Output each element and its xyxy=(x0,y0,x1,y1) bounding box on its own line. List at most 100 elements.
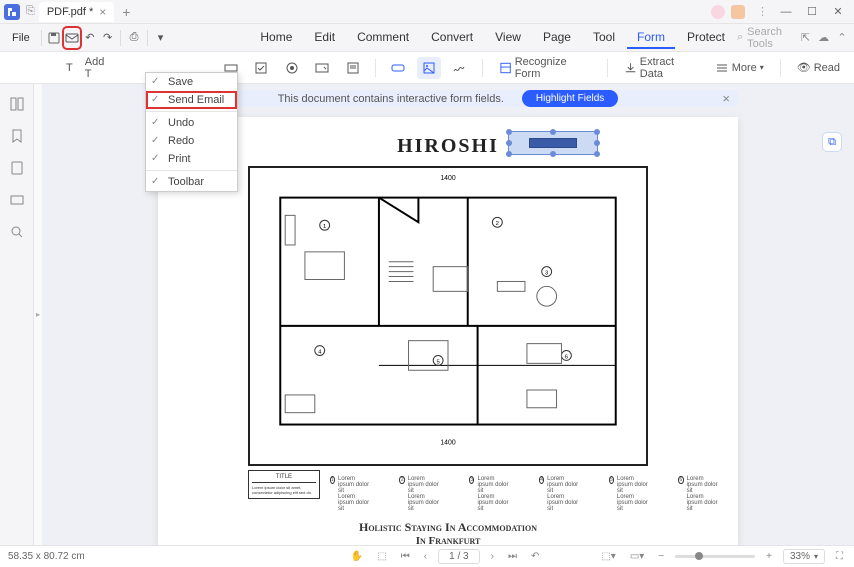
cloud-icon[interactable]: ☁ xyxy=(818,30,830,46)
close-window-button[interactable]: ✕ xyxy=(826,4,850,20)
history-back-icon[interactable]: ↶ xyxy=(528,551,542,562)
zoom-level[interactable]: 33%▾ xyxy=(783,549,825,564)
notification-badge-pink-icon[interactable] xyxy=(711,5,725,19)
zoom-out-icon[interactable]: − xyxy=(655,551,667,562)
add-tab-button[interactable]: + xyxy=(122,4,130,20)
minimize-button[interactable]: — xyxy=(774,4,798,20)
resize-handle-icon[interactable] xyxy=(506,129,512,135)
file-menu[interactable]: File xyxy=(6,30,36,46)
form-image-icon[interactable] xyxy=(417,57,442,79)
email-button[interactable] xyxy=(64,28,80,48)
thumbnails-panel-icon[interactable] xyxy=(7,94,27,114)
add-text-label: Add T xyxy=(85,56,113,80)
redo-button[interactable]: ↷ xyxy=(100,28,116,48)
select-tool-icon[interactable]: ⬚ xyxy=(374,551,389,562)
highlight-fields-button[interactable]: Highlight Fields xyxy=(522,90,618,107)
sidebar-expander[interactable]: ▸ xyxy=(34,84,42,545)
maximize-button[interactable]: ☐ xyxy=(800,4,824,20)
menu-home[interactable]: Home xyxy=(250,27,302,49)
menu-view[interactable]: View xyxy=(485,27,531,49)
next-page-icon[interactable]: › xyxy=(488,551,497,562)
form-button-icon[interactable] xyxy=(386,57,411,79)
close-notice-icon[interactable]: × xyxy=(722,91,730,106)
copy-link-icon[interactable]: ⧉ xyxy=(822,132,842,152)
app-icon xyxy=(4,4,20,20)
bookmark-panel-icon[interactable] xyxy=(7,126,27,146)
dropdown-item-send-email[interactable]: ✓Send Email xyxy=(146,91,237,109)
more-button[interactable]: More▾ xyxy=(709,57,770,79)
first-page-icon[interactable]: ⏮ xyxy=(398,551,413,562)
floorplan-drawing: 1400 1 2 3 4 5 6 xyxy=(248,166,648,466)
menu-edit[interactable]: Edit xyxy=(304,27,345,49)
menu-protect[interactable]: Protect xyxy=(677,27,735,49)
print-button[interactable]: ⎙ xyxy=(126,28,142,48)
dropdown-item-toolbar[interactable]: ✓Toolbar xyxy=(146,173,237,191)
doc-icon: ⎘ xyxy=(26,5,35,18)
view-mode-icon[interactable]: ▭▾ xyxy=(627,551,647,562)
menu-convert[interactable]: Convert xyxy=(421,27,483,49)
close-tab-icon[interactable]: × xyxy=(99,5,106,19)
search-panel-icon[interactable] xyxy=(7,222,27,242)
form-combobox-icon[interactable] xyxy=(310,57,335,79)
tab-title: PDF.pdf * xyxy=(47,6,93,18)
kebab-icon[interactable]: ⋮ xyxy=(751,5,774,18)
resize-handle-icon[interactable] xyxy=(594,140,600,146)
svg-text:4: 4 xyxy=(318,349,322,355)
form-listbox-icon[interactable] xyxy=(341,57,366,79)
svg-text:1: 1 xyxy=(323,224,326,230)
menu-tool[interactable]: Tool xyxy=(583,27,625,49)
eye-icon: 👁 xyxy=(797,61,811,74)
notification-badge-orange-icon[interactable] xyxy=(731,5,745,19)
form-radio-icon[interactable] xyxy=(280,57,305,79)
dropdown-item-redo[interactable]: ✓Redo xyxy=(146,132,237,150)
document-tab[interactable]: PDF.pdf * × xyxy=(39,2,114,22)
form-checkbox-icon[interactable] xyxy=(249,57,274,79)
dropdown-item-print[interactable]: ✓Print xyxy=(146,150,237,168)
field-panel-icon[interactable] xyxy=(7,190,27,210)
menu-form[interactable]: Form xyxy=(627,27,675,49)
resize-handle-icon[interactable] xyxy=(550,151,556,157)
selected-form-field[interactable] xyxy=(508,131,598,155)
fullscreen-icon[interactable]: ⛶ xyxy=(833,551,846,562)
read-button[interactable]: 👁 Read xyxy=(791,57,846,79)
form-signature-icon[interactable] xyxy=(447,57,472,79)
svg-text:6: 6 xyxy=(565,354,569,360)
prev-page-icon[interactable]: ‹ xyxy=(421,551,430,562)
dropdown-item-undo[interactable]: ✓Undo xyxy=(146,114,237,132)
undo-button[interactable]: ↶ xyxy=(82,28,98,48)
save-button[interactable] xyxy=(46,28,62,48)
extract-data-button[interactable]: Extract Data xyxy=(618,57,703,79)
attachment-panel-icon[interactable] xyxy=(7,158,27,178)
resize-handle-icon[interactable] xyxy=(506,151,512,157)
recognize-form-button[interactable]: Recognize Form xyxy=(493,57,597,79)
resize-handle-icon[interactable] xyxy=(506,140,512,146)
page-dimensions: 58.35 x 80.72 cm xyxy=(8,551,85,562)
svg-text:1400: 1400 xyxy=(440,439,455,446)
share-icon[interactable]: ⇱ xyxy=(799,30,811,46)
menu-page[interactable]: Page xyxy=(533,27,581,49)
fit-page-icon[interactable]: ⬚▾ xyxy=(598,551,618,562)
quickbar-dropdown: ✓Save✓Send Email ✓Undo✓Redo✓Print ✓Toolbar xyxy=(145,72,238,192)
resize-handle-icon[interactable] xyxy=(550,129,556,135)
subtitle-1: Holistic Staying In Accommodation xyxy=(178,520,718,535)
resize-handle-icon[interactable] xyxy=(594,129,600,135)
svg-text:5: 5 xyxy=(436,359,440,365)
chevron-up-icon[interactable]: ⌃ xyxy=(836,30,848,46)
text-tool[interactable]: T xyxy=(60,57,79,79)
subtitle-2: In Frankfurt xyxy=(178,535,718,545)
search-tools[interactable]: ⌕ Search Tools xyxy=(737,26,793,50)
svg-text:2: 2 xyxy=(496,221,499,227)
zoom-slider[interactable] xyxy=(675,555,755,558)
zoom-in-icon[interactable]: + xyxy=(763,551,775,562)
last-page-icon[interactable]: ⏭ xyxy=(505,551,520,562)
svg-text:1400: 1400 xyxy=(440,175,455,182)
dropdown-item-save[interactable]: ✓Save xyxy=(146,73,237,91)
form-notice-bar: This document contains interactive form … xyxy=(158,90,738,107)
document-title: HIROSHI xyxy=(178,135,718,158)
resize-handle-icon[interactable] xyxy=(594,151,600,157)
menu-comment[interactable]: Comment xyxy=(347,27,419,49)
page-number-input[interactable]: 1 / 3 xyxy=(438,549,479,564)
hand-tool-icon[interactable]: ✋ xyxy=(348,551,366,562)
search-placeholder: Search Tools xyxy=(747,26,793,50)
quickbar-customize-button[interactable]: ▾ xyxy=(153,28,169,48)
